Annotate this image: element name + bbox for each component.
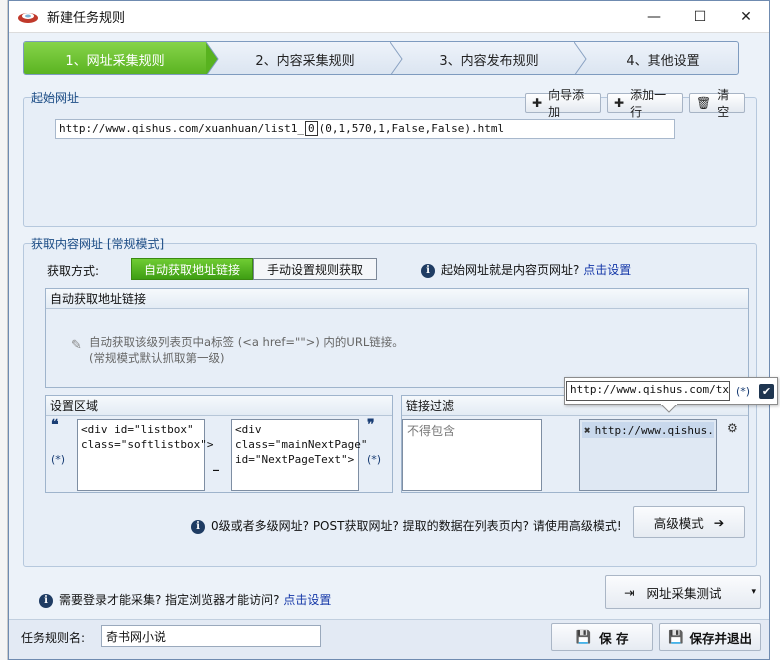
advanced-question: 0级或者多级网址? POST获取网址? 提取的数据在列表页内? 请使用高级模式! bbox=[211, 519, 622, 533]
login-question: 需要登录才能采集? 指定浏览器才能访问? bbox=[59, 593, 280, 607]
fetch-url-title: 获取内容网址 [常规模式] bbox=[31, 237, 165, 251]
window-title: 新建任务规则 bbox=[47, 11, 126, 26]
rule-name-input[interactable]: 奇书网小说 bbox=[101, 625, 321, 647]
url-variable-token[interactable]: 0 bbox=[305, 121, 318, 136]
advanced-mode-label: 高级模式 bbox=[653, 515, 704, 531]
save-button[interactable]: 💾 保 存 bbox=[551, 623, 653, 651]
region-start-input[interactable]: <div id="listbox" class="softlistbox"> bbox=[77, 419, 213, 491]
step-arrow-icon bbox=[390, 42, 403, 74]
plus-icon: ✚ bbox=[614, 96, 625, 110]
manual-rule-option[interactable]: 手动设置规则获取 bbox=[253, 258, 377, 280]
open-quote-icon: ❝ bbox=[51, 417, 59, 433]
include-filter-item-text: http://www.qishus.co bbox=[594, 423, 714, 437]
dialog-window: 新建任务规则 — ☐ ✕ 1、网址采集规则 2、内容采集规则 3、内容发布规则 … bbox=[8, 0, 778, 660]
arrow-right-icon: ➔ bbox=[713, 514, 725, 530]
login-question-row: i 需要登录才能采集? 指定浏览器才能访问? 点击设置 bbox=[39, 591, 331, 608]
plus-icon: ✚ bbox=[532, 96, 543, 110]
wizard-add-label: 向导添加 bbox=[548, 88, 585, 119]
tab-other-settings[interactable]: 4、其他设置 bbox=[588, 42, 738, 74]
url-prefix: http://www.qishus.com/xuanhuan/list1_ bbox=[59, 122, 305, 135]
start-is-content-question: 起始网址就是内容页网址? bbox=[441, 263, 580, 277]
region-end-input[interactable]: <div class="mainNextPage" id="NextPageTe… bbox=[231, 419, 367, 491]
advanced-mode-button[interactable]: 高级模式 ➔ bbox=[633, 506, 745, 538]
tab-publish-rules-label: 3、内容发布规则 bbox=[439, 53, 539, 69]
info-icon: i bbox=[421, 263, 435, 278]
region-start-wildcard[interactable]: (*) bbox=[51, 453, 65, 466]
tab-other-settings-label: 4、其他设置 bbox=[626, 53, 700, 69]
step-tabs: 1、网址采集规则 2、内容采集规则 3、内容发布规则 4、其他设置 bbox=[23, 41, 739, 75]
save-label: 保 存 bbox=[599, 630, 629, 646]
paperclip-icon: ✎ bbox=[71, 338, 82, 353]
app-logo-icon bbox=[18, 12, 38, 23]
background-window-left bbox=[0, 0, 8, 660]
clear-label: 清空 bbox=[717, 88, 730, 119]
close-button[interactable]: ✕ bbox=[723, 1, 769, 33]
floppy-disk-icon: 💾 bbox=[667, 629, 684, 644]
export-icon: ⇥ bbox=[624, 584, 635, 600]
remove-icon[interactable]: ✖ bbox=[584, 424, 591, 437]
minimize-button[interactable]: — bbox=[631, 1, 677, 33]
include-filter-item[interactable]: ✖ http://www.qishus.co bbox=[582, 422, 714, 438]
auto-hint-line1: 自动获取该级列表页中a标签 (<a href="">) 内的URL链接。 bbox=[89, 335, 404, 349]
tab-content-rules[interactable]: 2、内容采集规则 bbox=[220, 42, 390, 74]
save-exit-label: 保存并退出 bbox=[689, 630, 753, 646]
wizard-add-button[interactable]: ✚ 向导添加 bbox=[525, 88, 601, 119]
popup-pointer-icon bbox=[661, 404, 677, 413]
rule-name-label: 任务规则名: bbox=[21, 631, 86, 645]
popup-url-input[interactable]: http://www.qishus.com/txt/ bbox=[566, 381, 730, 401]
start-is-content-row: i 起始网址就是内容页网址? 点击设置 bbox=[421, 261, 631, 278]
tab-url-rules[interactable]: 1、网址采集规则 bbox=[24, 42, 206, 74]
add-line-button[interactable]: ✚ 添加一行 bbox=[607, 88, 683, 119]
fetch-method-label: 获取方式: bbox=[47, 264, 100, 278]
auto-hint-line2: (常规模式默认抓取第一级) bbox=[89, 351, 225, 365]
close-quote-icon: ❞ bbox=[367, 417, 375, 433]
url-collect-test-label: 网址采集测试 bbox=[646, 585, 722, 601]
tab-url-rules-label: 1、网址采集规则 bbox=[65, 53, 165, 69]
tab-content-rules-label: 2、内容采集规则 bbox=[255, 53, 355, 69]
include-filter-list[interactable]: ✖ http://www.qishus.co bbox=[579, 419, 717, 491]
start-url-title: 起始网址 bbox=[31, 91, 80, 105]
dropdown-caret-icon[interactable]: ▾ bbox=[751, 587, 756, 597]
maximize-button[interactable]: ☐ bbox=[677, 1, 723, 33]
tab-publish-rules[interactable]: 3、内容发布规则 bbox=[404, 42, 574, 74]
start-is-content-link[interactable]: 点击设置 bbox=[583, 263, 631, 277]
auto-link-box-title: 自动获取地址链接 bbox=[46, 289, 748, 309]
region-separator: _ bbox=[213, 457, 219, 471]
trash-icon: 🗑 bbox=[696, 96, 712, 110]
info-icon: i bbox=[39, 593, 53, 608]
popup-confirm-checkbox[interactable]: ✔ bbox=[759, 384, 774, 399]
url-collect-test-button[interactable]: ⇥ 网址采集测试 ▾ bbox=[605, 575, 761, 609]
url-suffix: (0,1,570,1,False,False).html bbox=[318, 122, 505, 135]
save-exit-button[interactable]: 💾 保存并退出 bbox=[659, 623, 761, 651]
gear-icon[interactable]: ⚙ bbox=[727, 421, 738, 435]
exclude-filter-input[interactable]: 不得包含 bbox=[402, 419, 542, 491]
info-icon: i bbox=[191, 519, 205, 534]
advanced-question-row: i 0级或者多级网址? POST获取网址? 提取的数据在列表页内? 请使用高级模式… bbox=[191, 517, 622, 534]
start-url-input[interactable]: http://www.qishus.com/xuanhuan/list1_ 0 (0… bbox=[55, 119, 675, 139]
region-box-title: 设置区域 bbox=[46, 396, 392, 416]
title-bar: 新建任务规则 — ☐ ✕ bbox=[9, 1, 769, 33]
floppy-disk-icon: 💾 bbox=[575, 629, 592, 644]
auto-link-option[interactable]: 自动获取地址链接 bbox=[131, 258, 253, 280]
auto-link-hint: ✎ 自动获取该级列表页中a标签 (<a href="">) 内的URL链接。 (… bbox=[71, 334, 404, 366]
login-settings-link[interactable]: 点击设置 bbox=[283, 593, 331, 607]
step-arrow-icon bbox=[206, 42, 219, 74]
add-line-label: 添加一行 bbox=[630, 88, 667, 119]
clear-button[interactable]: 🗑 清空 bbox=[689, 88, 745, 119]
step-arrow-icon bbox=[574, 42, 587, 74]
region-end-wildcard[interactable]: (*) bbox=[367, 453, 381, 466]
popup-wildcard[interactable]: (*) bbox=[736, 385, 750, 398]
